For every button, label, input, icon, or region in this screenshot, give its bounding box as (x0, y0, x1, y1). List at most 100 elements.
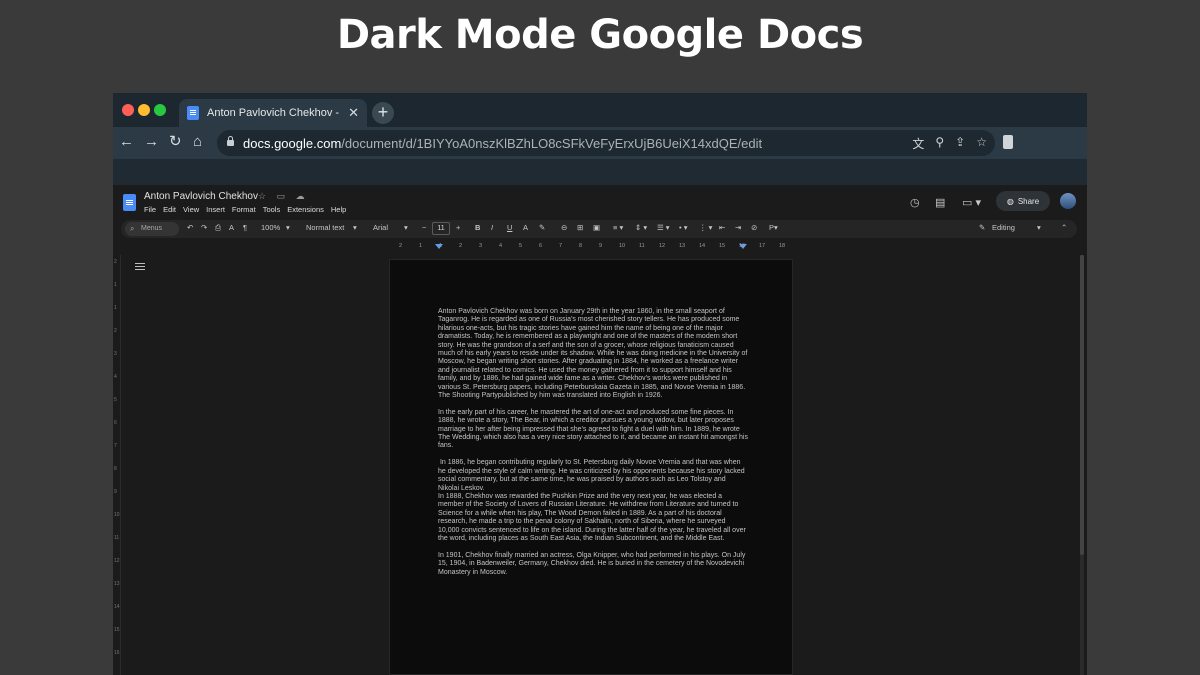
share-page-icon[interactable]: ⇪ (955, 135, 965, 152)
search-menus-button[interactable]: Menus (125, 222, 179, 236)
reload-icon[interactable]: ↻ (169, 133, 182, 151)
insert-image-icon[interactable]: ▣ (593, 223, 600, 232)
highlight-icon[interactable]: ✎ (539, 223, 545, 232)
tab-title: Anton Pavlovich Chekhov - Go (207, 107, 343, 119)
paragraph[interactable]: In 1888, Chekhov was rewarded the Pushki… (438, 493, 748, 543)
lock-icon[interactable] (227, 136, 234, 146)
title-action-icons[interactable]: ☆ ▭ ☁ (258, 191, 309, 202)
italic-icon[interactable]: I (491, 223, 493, 232)
vruler-tick-label: 4 (114, 374, 117, 380)
share-button[interactable]: ◍ Share (996, 191, 1050, 211)
link-icon[interactable]: ⊖ (561, 223, 567, 232)
paint-format-icon[interactable]: ¶ (243, 223, 247, 232)
ruler-tick-label: 8 (579, 243, 583, 249)
forward-arrow-icon[interactable]: → (144, 133, 159, 151)
minimize-window-button[interactable] (138, 104, 150, 116)
line-spacing-icon[interactable]: ⇕ ▾ (635, 223, 647, 232)
decrease-font-size-icon[interactable]: − (422, 223, 426, 232)
redo-icon[interactable]: ↷ (201, 223, 207, 232)
font-size-input[interactable]: 11 (432, 222, 450, 235)
vruler-tick-label: 15 (114, 627, 120, 633)
document-title[interactable]: Anton Pavlovich Chekhov (144, 191, 258, 202)
add-comment-icon[interactable]: ⊞ (577, 223, 583, 232)
style-chevron-icon[interactable]: ▾ (353, 223, 357, 232)
avatar[interactable] (1060, 193, 1076, 209)
vruler-tick-label: 11 (114, 535, 120, 541)
docs-header: Anton Pavlovich Chekhov ☆ ▭ ☁ File Edit … (113, 185, 1087, 218)
menu-view[interactable]: View (183, 205, 199, 214)
scrollbar[interactable] (1080, 255, 1084, 675)
ruler-tick-label: 1 (419, 243, 423, 249)
docs-app: Anton Pavlovich Chekhov ☆ ▭ ☁ File Edit … (113, 185, 1087, 675)
menu-edit[interactable]: Edit (163, 205, 176, 214)
style-select[interactable]: Normal text (306, 223, 344, 232)
ruler-tick-label: 14 (699, 243, 706, 249)
maximize-window-button[interactable] (154, 104, 166, 116)
menu-format[interactable]: Format (232, 205, 256, 214)
extension-icon[interactable] (1003, 135, 1013, 149)
docs-logo-icon[interactable] (123, 194, 136, 211)
document-body[interactable]: Anton Pavlovich Chekhov was born on Janu… (438, 308, 748, 585)
document-outline-icon[interactable] (135, 263, 145, 271)
ruler-tick-label: 18 (779, 243, 786, 249)
editing-mode-icon: ✎ (979, 223, 986, 232)
document-page[interactable]: Anton Pavlovich Chekhov was born on Janu… (389, 259, 793, 675)
translate-icon[interactable]: 文 (912, 135, 924, 152)
vruler-tick-label: 3 (114, 351, 117, 357)
horizontal-ruler[interactable]: 2 1 1 2 3 4 5 6 7 8 9 10 11 12 13 14 15 16 17 18 (389, 241, 793, 252)
browser-tab-docs[interactable]: Anton Pavlovich Chekhov - Go ✕ (179, 99, 367, 127)
bookmark-star-icon[interactable]: ☆ (976, 135, 987, 152)
menu-help[interactable]: Help (331, 205, 346, 214)
ruler-tick-label: 9 (599, 243, 603, 249)
menu-insert[interactable]: Insert (206, 205, 225, 214)
zoom-chevron-icon[interactable]: ▾ (286, 223, 290, 232)
new-tab-button[interactable]: + (372, 102, 394, 124)
menu-file[interactable]: File (144, 205, 156, 214)
ruler-tick-label: 5 (519, 243, 523, 249)
paragraph[interactable]: In the early part of his career, he mast… (438, 409, 748, 451)
paragraph[interactable]: In 1886, he began contributing regularly… (438, 459, 748, 493)
vertical-ruler[interactable]: 2 1 1 2 3 4 5 6 7 8 9 10 11 12 13 14 15 16 (113, 255, 121, 675)
editing-mode-select[interactable]: Editing (992, 223, 1015, 232)
spellcheck-icon[interactable]: A (229, 223, 234, 232)
vruler-tick-label: 9 (114, 489, 117, 495)
menu-extensions[interactable]: Extensions (287, 205, 324, 214)
scrollbar-thumb[interactable] (1080, 255, 1084, 555)
increase-indent-icon[interactable]: ⇥ (735, 223, 741, 232)
font-select[interactable]: Arial (373, 223, 388, 232)
paragraph[interactable]: Anton Pavlovich Chekhov was born on Janu… (438, 308, 748, 400)
align-icon[interactable]: ≡ ▾ (613, 223, 623, 232)
undo-icon[interactable]: ↶ (187, 223, 193, 232)
numbered-list-icon[interactable]: ⋮ ▾ (699, 223, 712, 232)
comments-icon[interactable]: ▤ (935, 196, 945, 209)
pen-icon[interactable]: P▾ (769, 223, 778, 232)
collapse-toolbar-icon[interactable]: ⌃ (1061, 223, 1067, 232)
editing-chevron-icon[interactable]: ▾ (1037, 223, 1041, 232)
paragraph[interactable]: In 1901, Chekhov finally married an actr… (438, 552, 748, 577)
vruler-tick-label: 2 (114, 328, 117, 334)
tab-close-icon[interactable]: ✕ (348, 105, 359, 121)
close-window-button[interactable] (122, 104, 134, 116)
print-icon[interactable]: ⎙ (215, 223, 221, 233)
home-icon[interactable]: ⌂ (193, 133, 202, 151)
bold-icon[interactable]: B (475, 223, 480, 232)
back-arrow-icon[interactable]: ← (119, 133, 134, 151)
meet-icon[interactable]: ▭ ▾ (962, 196, 981, 209)
address-bar[interactable]: docs.google.com /document/d/1BIYYoA0nszK… (217, 130, 995, 156)
checklist-icon[interactable]: ☰ ▾ (657, 223, 670, 232)
increase-font-size-icon[interactable]: + (456, 223, 460, 232)
font-chevron-icon[interactable]: ▾ (404, 223, 408, 232)
menu-tools[interactable]: Tools (263, 205, 281, 214)
underline-icon[interactable]: U (507, 223, 512, 232)
vruler-tick-label: 8 (114, 466, 117, 472)
decrease-indent-icon[interactable]: ⇤ (719, 223, 725, 232)
ruler-tick-label: 6 (539, 243, 543, 249)
clear-formatting-icon[interactable]: ⊘ (751, 223, 757, 232)
version-history-icon[interactable]: ◷ (910, 196, 920, 209)
text-color-icon[interactable]: A (523, 223, 528, 232)
bulleted-list-icon[interactable]: • ▾ (679, 223, 687, 232)
menu-bar: File Edit View Insert Format Tools Exten… (144, 205, 346, 214)
zoom-select[interactable]: 100% (261, 223, 280, 232)
ruler-tick-label: 17 (759, 243, 766, 249)
zoom-icon[interactable]: ⚲ (935, 135, 944, 152)
